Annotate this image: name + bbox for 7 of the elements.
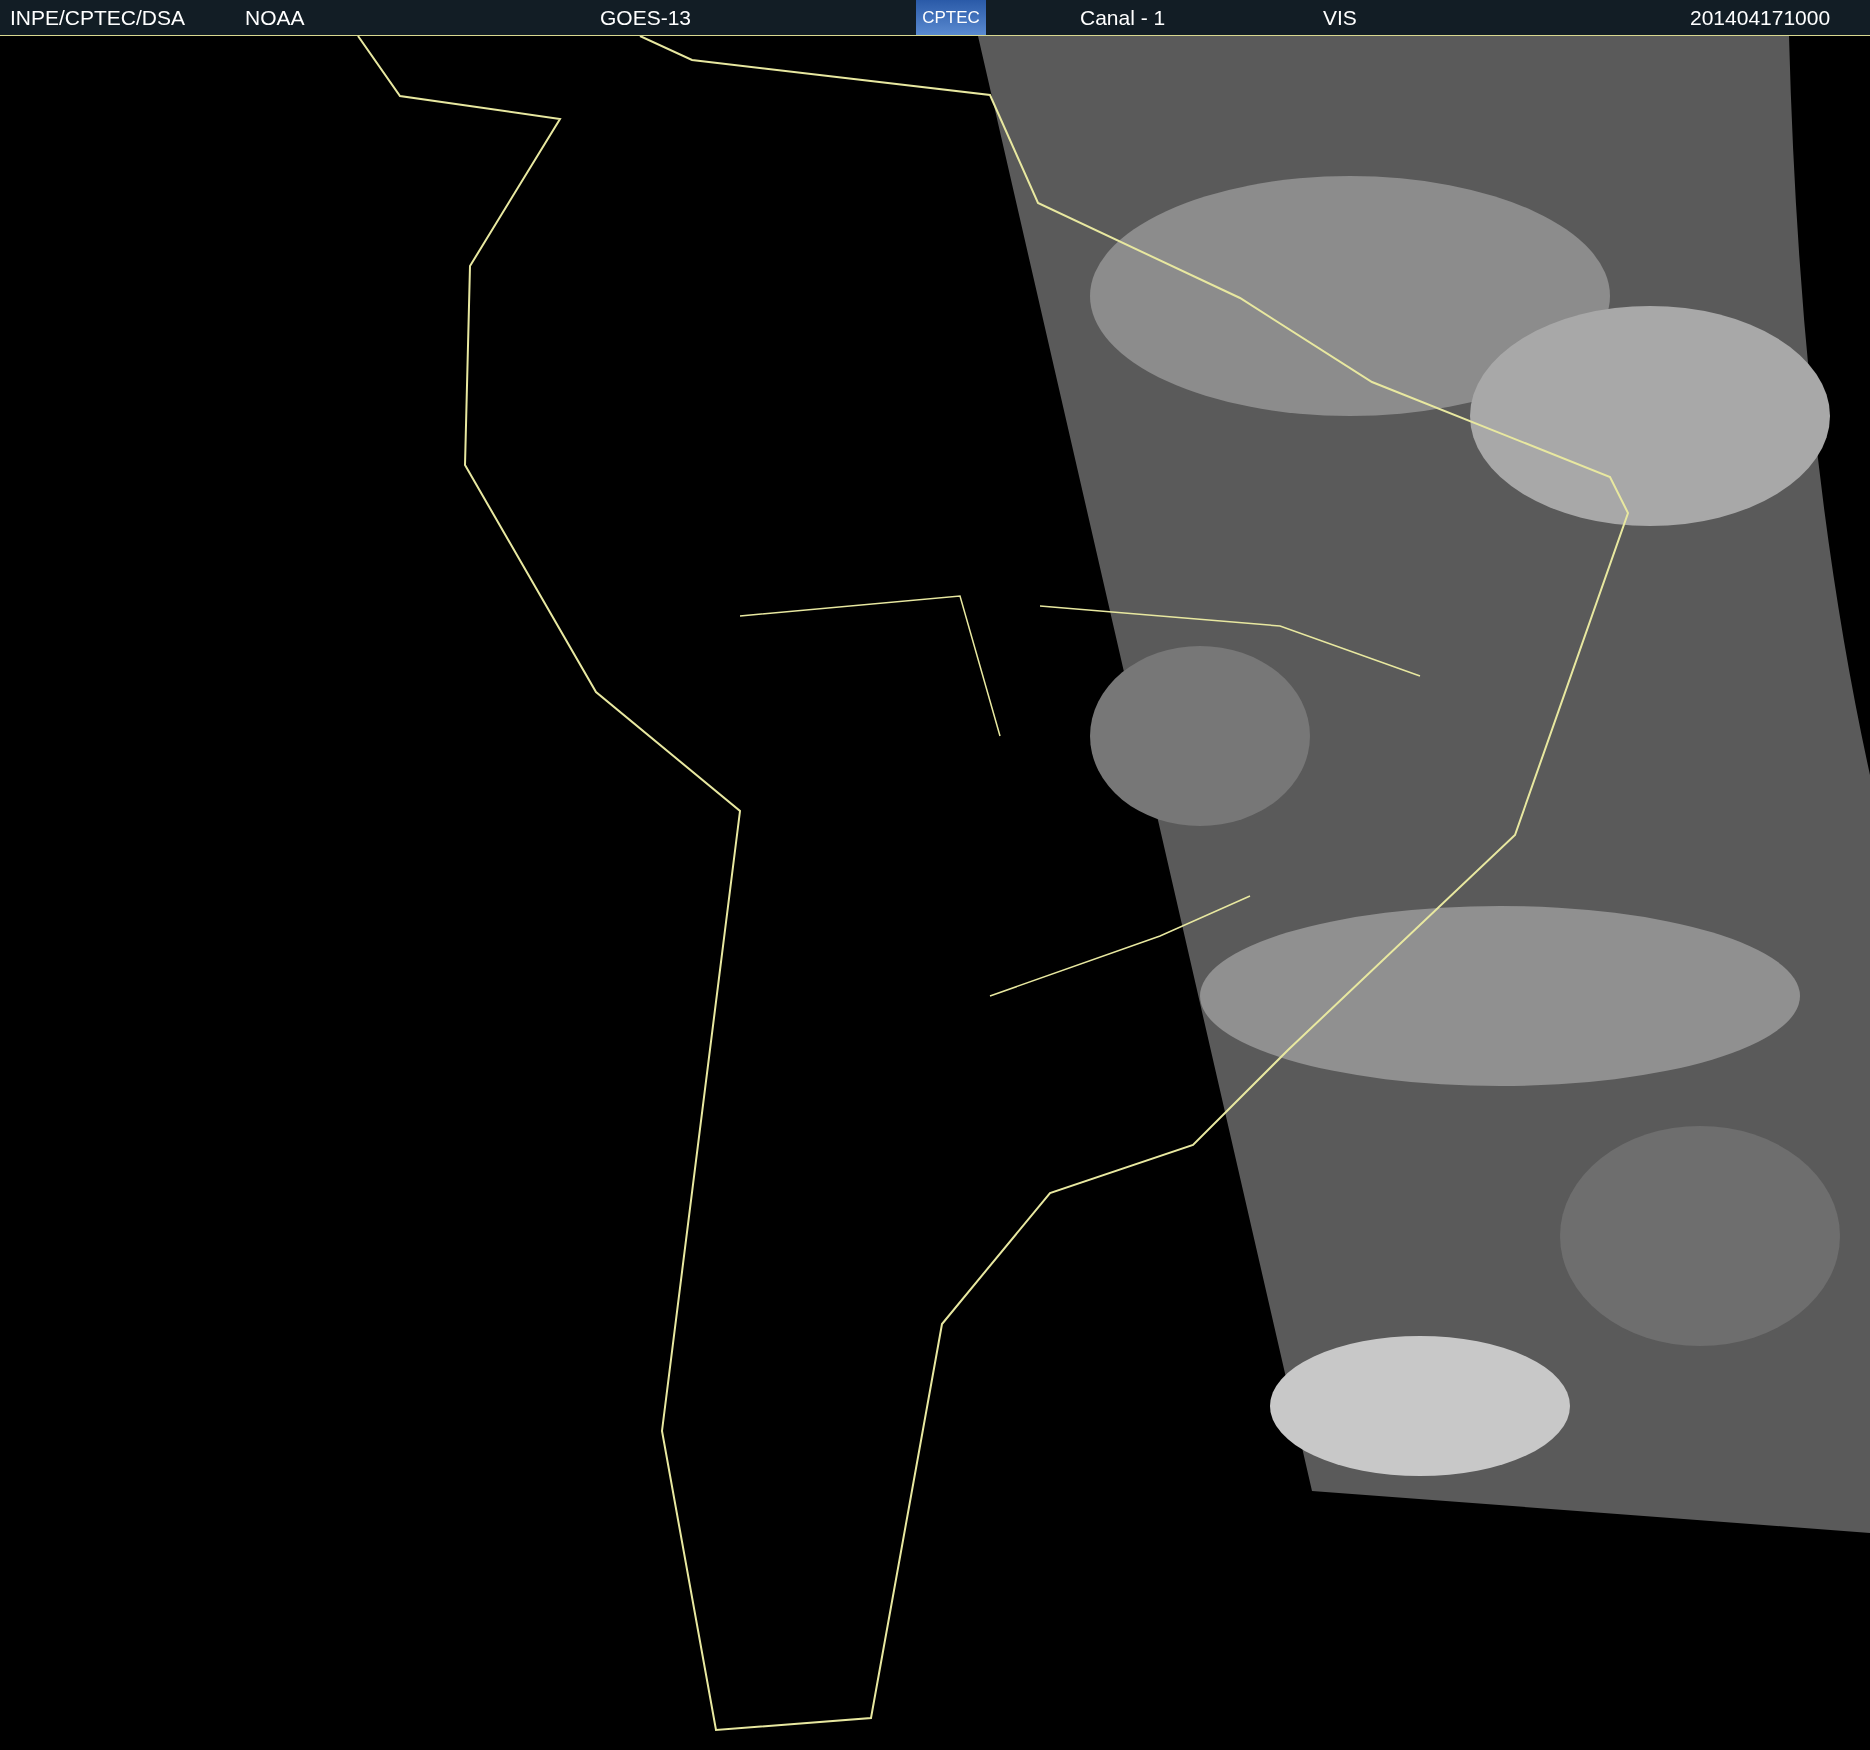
agency-label: NOAA [245,5,306,30]
source-label: INPE/CPTEC/DSA [10,5,187,30]
satellite-label: GOES-13 [600,5,693,30]
logo: CPTEC [916,0,986,35]
channel-label: Canal - 1 [1080,5,1167,30]
timestamp-label: 201404171000 [1690,5,1832,30]
band-label: VIS [1323,5,1358,30]
